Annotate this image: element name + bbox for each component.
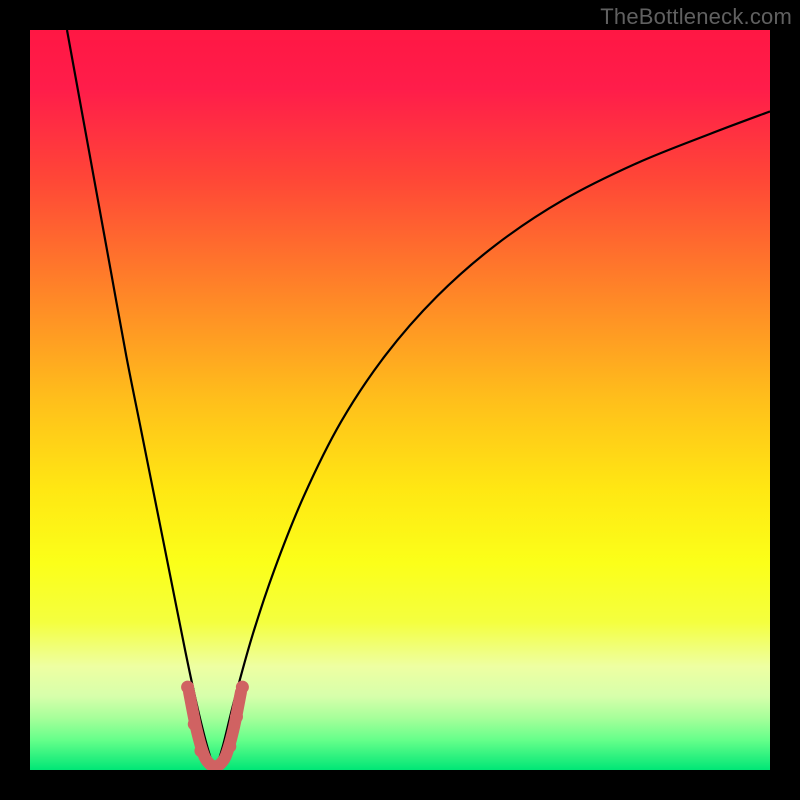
highlight-dot [194,744,207,757]
bottleneck-chart [30,30,770,770]
highlight-dot [181,681,194,694]
highlight-dot [236,681,249,694]
watermark-text: TheBottleneck.com [600,4,792,30]
highlight-dot [223,740,236,753]
chart-frame [30,30,770,770]
gradient-background [30,30,770,770]
highlight-dot [188,718,201,731]
highlight-dot [230,710,243,723]
